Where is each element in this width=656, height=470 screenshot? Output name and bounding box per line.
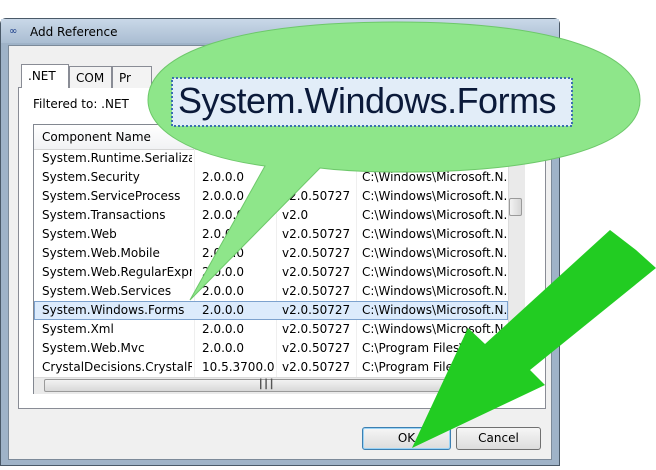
callout-overlay: [147, 21, 656, 448]
tab-net[interactable]: .NET: [21, 64, 69, 88]
zoomed-label-text: System.Windows.Forms: [178, 80, 557, 121]
speech-bubble: [147, 21, 641, 301]
green-arrow: [412, 230, 656, 448]
